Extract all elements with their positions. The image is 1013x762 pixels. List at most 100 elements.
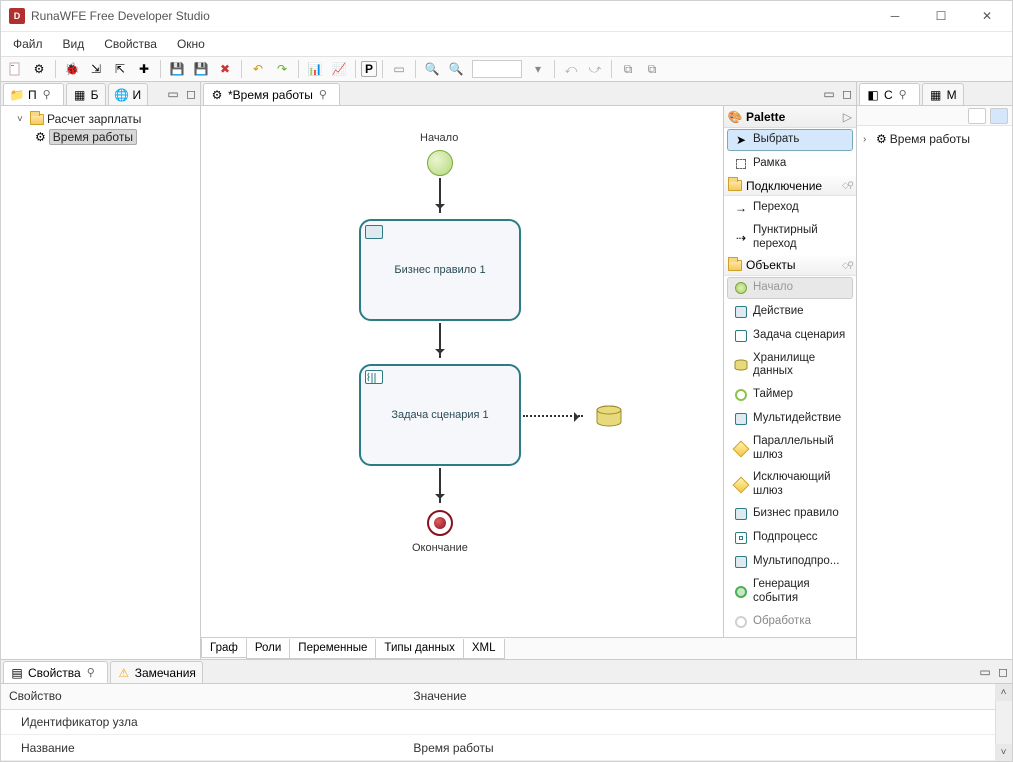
copy-icon[interactable]: ⧉ xyxy=(617,58,639,80)
palette-script-task[interactable]: Задача сценария xyxy=(727,325,853,347)
business-rule-node[interactable]: Бизнес правило 1 xyxy=(359,219,521,321)
palette-start[interactable]: Начало xyxy=(727,277,853,299)
sequence-flow[interactable] xyxy=(439,468,441,503)
data-store-node[interactable] xyxy=(595,405,621,425)
database-icon xyxy=(734,358,748,372)
palette-event-throw[interactable]: Генерация события xyxy=(727,575,853,609)
zoom-in-icon[interactable]: 🔍 xyxy=(445,58,467,80)
palette-marquee-tool[interactable]: Рамка xyxy=(727,153,853,175)
bottom-tab-graph[interactable]: Граф xyxy=(201,638,247,658)
tab-i[interactable]: 🌐 И xyxy=(108,83,149,105)
close-tab-icon[interactable]: ⚲ xyxy=(319,88,333,102)
minimize-button[interactable]: ─ xyxy=(872,1,918,32)
tab-properties[interactable]: ▤ Свойства ⚲ xyxy=(3,661,108,683)
outline-btn-icon[interactable] xyxy=(990,108,1008,124)
folder-open-icon xyxy=(728,260,742,271)
delete-icon[interactable]: ✖ xyxy=(214,58,236,80)
palette-group-objects[interactable]: Объекты ◇ ⚲ xyxy=(724,256,856,276)
script-task-node[interactable]: Задача сценария 1 xyxy=(359,364,521,466)
outline-btn-icon[interactable] xyxy=(968,108,986,124)
menu-properties[interactable]: Свойства xyxy=(94,34,167,54)
bottom-tab-xml[interactable]: XML xyxy=(463,639,505,659)
tool-icon[interactable]: ✚ xyxy=(133,58,155,80)
saveall-icon[interactable]: 💾 xyxy=(190,58,212,80)
bottom-tab-roles[interactable]: Роли xyxy=(246,639,290,659)
minimize-icon[interactable]: ▭ xyxy=(164,83,182,105)
new-icon[interactable] xyxy=(4,58,26,80)
editor-tab-active[interactable]: ⚙ *Время работы ⚲ xyxy=(203,83,340,105)
paste-icon[interactable]: ⧉ xyxy=(641,58,663,80)
palette-select-tool[interactable]: ➤ Выбрать xyxy=(727,129,853,151)
palette-business-rule[interactable]: Бизнес правило xyxy=(727,503,853,525)
table-row[interactable]: Название Время работы xyxy=(1,735,1012,761)
chevron-down-icon[interactable]: ˅ xyxy=(17,114,27,125)
tool-icon[interactable]: 🐞 xyxy=(61,58,83,80)
table-row[interactable]: Идентификатор узла xyxy=(1,709,1012,735)
palette-subprocess[interactable]: Подпроцесс xyxy=(727,527,853,549)
sequence-flow[interactable] xyxy=(439,323,441,358)
data-association[interactable] xyxy=(523,415,583,417)
menu-view[interactable]: Вид xyxy=(53,34,95,54)
palette-multi-action[interactable]: Мультидействие xyxy=(727,408,853,430)
palette-exclusive-gateway[interactable]: Исключающий шлюз xyxy=(727,468,853,502)
maximize-icon[interactable]: ◻ xyxy=(838,83,856,105)
palette-event-catch[interactable]: Обработка xyxy=(727,611,853,633)
vertical-scrollbar[interactable]: ˄ ˅ xyxy=(995,684,1012,761)
back-icon[interactable]: ⤺ xyxy=(560,58,582,80)
dropdown-icon[interactable]: ▾ xyxy=(527,58,549,80)
tab-c[interactable]: ◧ С ⚲ xyxy=(859,83,920,105)
tab-b[interactable]: ▦ Б xyxy=(66,83,106,105)
scroll-down-icon[interactable]: ˅ xyxy=(995,744,1012,761)
chart-icon[interactable]: 📊 xyxy=(304,58,326,80)
maximize-button[interactable]: ☐ xyxy=(918,1,964,32)
bottom-tab-types[interactable]: Типы данных xyxy=(375,639,463,659)
close-button[interactable]: ✕ xyxy=(964,1,1010,32)
palette-transition[interactable]: → Переход xyxy=(727,197,853,219)
palette-timer[interactable]: Таймер xyxy=(727,384,853,406)
tool-icon[interactable]: ⇲ xyxy=(85,58,107,80)
tab-m[interactable]: ▦ М xyxy=(922,83,964,105)
tab-pin-icon[interactable]: ⚲ xyxy=(43,88,57,102)
gear-icon[interactable]: ⚙ xyxy=(28,58,50,80)
bpmn-canvas[interactable]: Начало Бизнес правило 1 Задача сценария … xyxy=(201,106,723,637)
folder-icon[interactable]: ▭ xyxy=(388,58,410,80)
p-icon[interactable]: P xyxy=(361,61,377,77)
palette-data-store[interactable]: Хранилище данных xyxy=(727,349,853,383)
palette-multi-subprocess[interactable]: Мультиподпро... xyxy=(727,551,853,573)
palette-header[interactable]: 🎨 Palette ▷ xyxy=(724,106,856,128)
scroll-up-icon[interactable]: ˄ xyxy=(995,684,1012,701)
save-icon[interactable]: 💾 xyxy=(166,58,188,80)
tree-project[interactable]: ˅ Расчет зарплаты xyxy=(3,110,198,128)
redo-icon[interactable]: ↷ xyxy=(271,58,293,80)
menu-file[interactable]: Файл xyxy=(3,34,53,54)
tab-problems[interactable]: ⚠ Замечания xyxy=(110,661,203,683)
tab-pin-icon[interactable]: ⚲ xyxy=(87,666,101,680)
bottom-tab-vars[interactable]: Переменные xyxy=(289,639,376,659)
pin-icon[interactable]: ◇ ⚲ xyxy=(842,260,852,271)
palette-collapse-icon[interactable]: ▷ xyxy=(843,110,852,124)
sequence-flow[interactable] xyxy=(439,178,441,213)
tree-process[interactable]: ⚙ Время работы xyxy=(3,128,198,146)
minimize-icon[interactable]: ▭ xyxy=(820,83,838,105)
tab-pin-icon[interactable]: ⚲ xyxy=(899,88,913,102)
end-event-node[interactable] xyxy=(427,510,453,536)
undo-icon[interactable]: ↶ xyxy=(247,58,269,80)
outline-root[interactable]: › ⚙ Время работы xyxy=(859,130,1010,148)
palette-parallel-gateway[interactable]: Параллельный шлюз xyxy=(727,432,853,466)
zoom-level-input[interactable] xyxy=(472,60,522,78)
menu-window[interactable]: Окно xyxy=(167,34,215,54)
tool-icon[interactable]: ⇱ xyxy=(109,58,131,80)
pin-icon[interactable]: ◇ ⚲ xyxy=(842,180,852,191)
maximize-icon[interactable]: ◻ xyxy=(994,661,1012,683)
palette-action[interactable]: Действие xyxy=(727,301,853,323)
maximize-icon[interactable]: ◻ xyxy=(182,83,200,105)
chevron-right-icon[interactable]: › xyxy=(863,134,873,145)
forward-icon[interactable]: ⤻ xyxy=(584,58,606,80)
minimize-icon[interactable]: ▭ xyxy=(976,661,994,683)
palette-group-connections[interactable]: Подключение ◇ ⚲ xyxy=(724,176,856,196)
zoom-out-icon[interactable]: 🔍 xyxy=(421,58,443,80)
tab-p[interactable]: 📁 П ⚲ xyxy=(3,83,64,105)
chart-icon[interactable]: 📈 xyxy=(328,58,350,80)
start-event-node[interactable] xyxy=(427,150,453,176)
palette-dashed-transition[interactable]: ⇢ Пунктирный переход xyxy=(727,221,853,255)
